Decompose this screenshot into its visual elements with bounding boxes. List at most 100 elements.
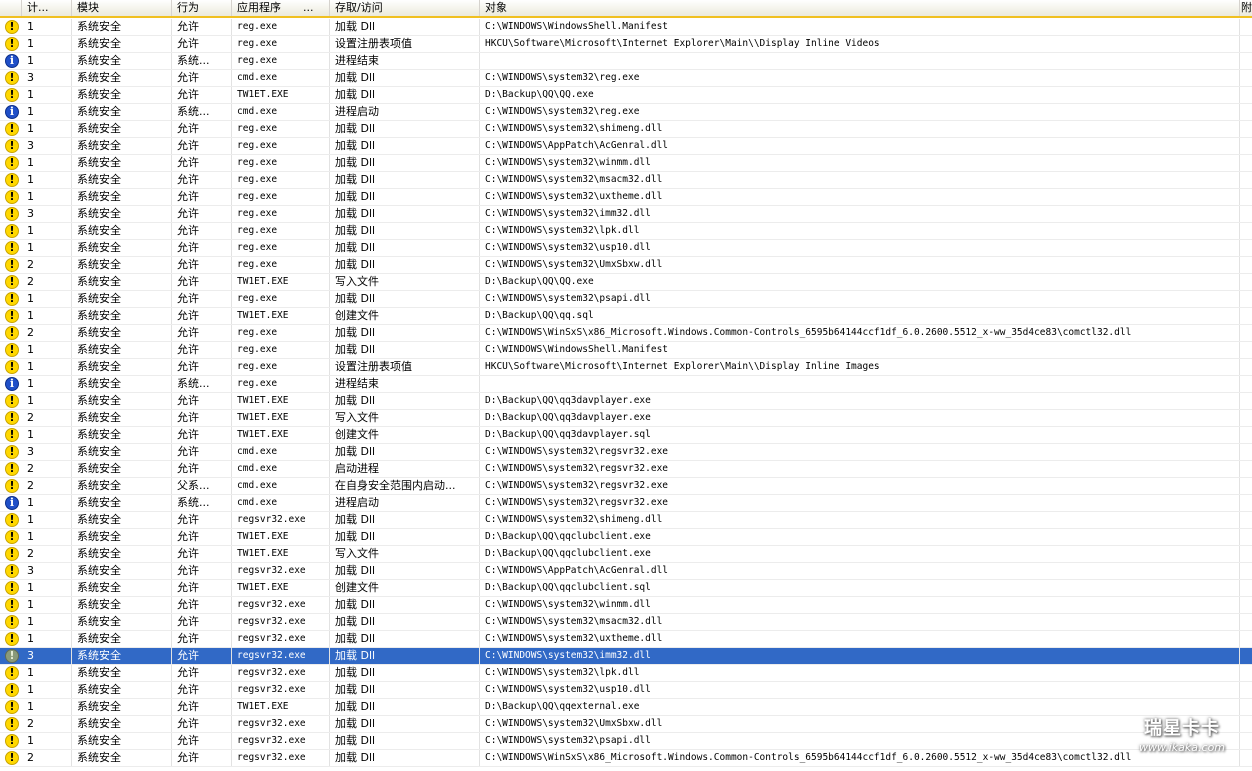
table-row[interactable]: 3系统安全允许regsvr32.exe加载 DllC:\WINDOWS\AppP… — [0, 563, 1252, 580]
info-icon — [5, 377, 19, 391]
cell-app: regsvr32.exe — [232, 716, 330, 732]
cell-count: 1 — [22, 580, 72, 596]
cell-target: D:\Backup\QQ\qqexternal.exe — [480, 699, 1240, 715]
cell-target: C:\WINDOWS\system32\reg.exe — [480, 70, 1240, 86]
cell-count: 3 — [22, 138, 72, 154]
cell-target: C:\WINDOWS\WindowsShell.Manifest — [480, 19, 1240, 35]
table-row[interactable]: 2系统安全允许TW1ET.EXE写入文件D:\Backup\QQ\qq3davp… — [0, 410, 1252, 427]
cell-count: 1 — [22, 682, 72, 698]
table-row[interactable]: 2系统安全允许TW1ET.EXE写入文件D:\Backup\QQ\qqclubc… — [0, 546, 1252, 563]
table-row[interactable]: 1系统安全允许regsvr32.exe加载 DllC:\WINDOWS\syst… — [0, 733, 1252, 750]
cell-module: 系统安全 — [72, 36, 172, 52]
warning-icon — [5, 394, 19, 408]
cell-action: 允许 — [172, 36, 232, 52]
table-row[interactable]: 2系统安全父系...cmd.exe在自身安全范围内启动...C:\WINDOWS… — [0, 478, 1252, 495]
cell-action: 系统... — [172, 53, 232, 69]
table-row[interactable]: 1系统安全系统...reg.exe进程结束 — [0, 53, 1252, 70]
table-row[interactable]: 1系统安全允许reg.exe加载 DllC:\WINDOWS\WindowsSh… — [0, 19, 1252, 36]
table-row[interactable]: 1系统安全系统...reg.exe进程结束 — [0, 376, 1252, 393]
table-row[interactable]: 2系统安全允许cmd.exe启动进程C:\WINDOWS\system32\re… — [0, 461, 1252, 478]
table-row[interactable]: 1系统安全允许regsvr32.exe加载 DllC:\WINDOWS\syst… — [0, 597, 1252, 614]
cell-action: 允许 — [172, 427, 232, 443]
table-row[interactable]: 1系统安全允许reg.exe加载 DllC:\WINDOWS\system32\… — [0, 189, 1252, 206]
warning-icon — [5, 360, 19, 374]
cell-access: 加载 Dll — [330, 223, 480, 239]
cell-action: 允许 — [172, 580, 232, 596]
info-icon — [5, 496, 19, 510]
table-row[interactable]: 1系统安全允许regsvr32.exe加载 DllC:\WINDOWS\syst… — [0, 614, 1252, 631]
table-row[interactable]: 1系统安全允许reg.exe设置注册表项值HKCU\Software\Micro… — [0, 359, 1252, 376]
cell-app: regsvr32.exe — [232, 614, 330, 630]
table-row[interactable]: 1系统安全允许regsvr32.exe加载 DllC:\WINDOWS\syst… — [0, 512, 1252, 529]
table-row[interactable]: 1系统安全允许TW1ET.EXE创建文件D:\Backup\QQ\qqclubc… — [0, 580, 1252, 597]
warning-icon — [5, 309, 19, 323]
column-header-target[interactable]: 对象 — [480, 0, 1240, 16]
table-row[interactable]: 1系统安全允许reg.exe加载 DllC:\WINDOWS\system32\… — [0, 155, 1252, 172]
cell-module: 系统安全 — [72, 495, 172, 511]
cell-app: cmd.exe — [232, 70, 330, 86]
table-row[interactable]: 1系统安全允许TW1ET.EXE加载 DllD:\Backup\QQ\QQ.ex… — [0, 87, 1252, 104]
table-row[interactable]: 1系统安全允许TW1ET.EXE加载 DllD:\Backup\QQ\qqext… — [0, 699, 1252, 716]
column-header-app-more[interactable]: ... — [298, 0, 330, 16]
table-row[interactable]: 1系统安全允许reg.exe加载 DllC:\WINDOWS\system32\… — [0, 291, 1252, 308]
table-row[interactable]: 1系统安全允许TW1ET.EXE创建文件D:\Backup\QQ\qq.sql — [0, 308, 1252, 325]
cell-target: C:\WINDOWS\system32\imm32.dll — [480, 648, 1240, 664]
cell-access: 进程结束 — [330, 53, 480, 69]
table-row[interactable]: 2系统安全允许TW1ET.EXE写入文件D:\Backup\QQ\QQ.exe — [0, 274, 1252, 291]
table-row[interactable]: 1系统安全系统...cmd.exe进程启动C:\WINDOWS\system32… — [0, 104, 1252, 121]
warning-icon — [5, 88, 19, 102]
table-row[interactable]: 1系统安全允许regsvr32.exe加载 DllC:\WINDOWS\syst… — [0, 682, 1252, 699]
cell-action: 允许 — [172, 682, 232, 698]
cell-access: 进程启动 — [330, 104, 480, 120]
event-log-list[interactable]: 计... 模块 行为 应用程序 ... 存取/访问 对象 附 1系统安全允许re… — [0, 0, 1252, 771]
cell-action: 允许 — [172, 512, 232, 528]
info-icon — [5, 54, 19, 68]
cell-target: C:\WINDOWS\system32\imm32.dll — [480, 206, 1240, 222]
table-row[interactable]: 1系统安全系统...cmd.exe进程启动C:\WINDOWS\system32… — [0, 495, 1252, 512]
column-header-icon[interactable] — [0, 0, 22, 16]
table-row[interactable]: 2系统安全允许reg.exe加载 DllC:\WINDOWS\system32\… — [0, 257, 1252, 274]
column-header-access[interactable]: 存取/访问 — [330, 0, 480, 16]
table-row[interactable]: 1系统安全允许TW1ET.EXE创建文件D:\Backup\QQ\qq3davp… — [0, 427, 1252, 444]
column-header-module[interactable]: 模块 — [72, 0, 172, 16]
table-row[interactable]: 1系统安全允许TW1ET.EXE加载 DllD:\Backup\QQ\qqclu… — [0, 529, 1252, 546]
cell-module: 系统安全 — [72, 257, 172, 273]
cell-count: 1 — [22, 597, 72, 613]
cell-module: 系统安全 — [72, 87, 172, 103]
table-row[interactable]: 1系统安全允许reg.exe加载 DllC:\WINDOWS\system32\… — [0, 121, 1252, 138]
table-row[interactable]: 3系统安全允许cmd.exe加载 DllC:\WINDOWS\system32\… — [0, 70, 1252, 87]
cell-app: reg.exe — [232, 53, 330, 69]
table-row[interactable]: 1系统安全允许reg.exe加载 DllC:\WINDOWS\system32\… — [0, 240, 1252, 257]
cell-module: 系统安全 — [72, 563, 172, 579]
cell-access: 加载 Dll — [330, 682, 480, 698]
table-row[interactable]: 3系统安全允许reg.exe加载 DllC:\WINDOWS\AppPatch\… — [0, 138, 1252, 155]
cell-access: 设置注册表项值 — [330, 359, 480, 375]
cell-app: reg.exe — [232, 189, 330, 205]
table-row[interactable]: 1系统安全允许reg.exe加载 DllC:\WINDOWS\WindowsSh… — [0, 342, 1252, 359]
column-header-extra[interactable]: 附 — [1240, 0, 1252, 16]
table-row[interactable]: 2系统安全允许regsvr32.exe加载 DllC:\WINDOWS\WinS… — [0, 750, 1252, 767]
table-row[interactable]: 1系统安全允许TW1ET.EXE加载 DllD:\Backup\QQ\qq3da… — [0, 393, 1252, 410]
table-row-selected[interactable]: 3系统安全允许regsvr32.exe加载 DllC:\WINDOWS\syst… — [0, 648, 1252, 665]
cell-module: 系统安全 — [72, 699, 172, 715]
column-header-action[interactable]: 行为 — [172, 0, 232, 16]
column-header-app[interactable]: 应用程序 — [232, 0, 298, 16]
cell-action: 允许 — [172, 614, 232, 630]
table-row[interactable]: 2系统安全允许regsvr32.exe加载 DllC:\WINDOWS\syst… — [0, 716, 1252, 733]
cell-module: 系统安全 — [72, 70, 172, 86]
table-row[interactable]: 2系统安全允许reg.exe加载 DllC:\WINDOWS\WinSxS\x8… — [0, 325, 1252, 342]
table-row[interactable]: 1系统安全允许reg.exe设置注册表项值HKCU\Software\Micro… — [0, 36, 1252, 53]
table-row[interactable]: 1系统安全允许regsvr32.exe加载 DllC:\WINDOWS\syst… — [0, 631, 1252, 648]
column-header-count[interactable]: 计... — [22, 0, 72, 16]
cell-action: 系统... — [172, 495, 232, 511]
warning-icon — [5, 479, 19, 493]
table-row[interactable]: 3系统安全允许reg.exe加载 DllC:\WINDOWS\system32\… — [0, 206, 1252, 223]
table-row[interactable]: 1系统安全允许reg.exe加载 DllC:\WINDOWS\system32\… — [0, 223, 1252, 240]
cell-app: regsvr32.exe — [232, 512, 330, 528]
table-row[interactable]: 1系统安全允许reg.exe加载 DllC:\WINDOWS\system32\… — [0, 172, 1252, 189]
cell-module: 系统安全 — [72, 19, 172, 35]
cell-count: 1 — [22, 19, 72, 35]
table-row[interactable]: 3系统安全允许cmd.exe加载 DllC:\WINDOWS\system32\… — [0, 444, 1252, 461]
table-row[interactable]: 1系统安全允许regsvr32.exe加载 DllC:\WINDOWS\syst… — [0, 665, 1252, 682]
cell-target: D:\Backup\QQ\qqclubclient.sql — [480, 580, 1240, 596]
